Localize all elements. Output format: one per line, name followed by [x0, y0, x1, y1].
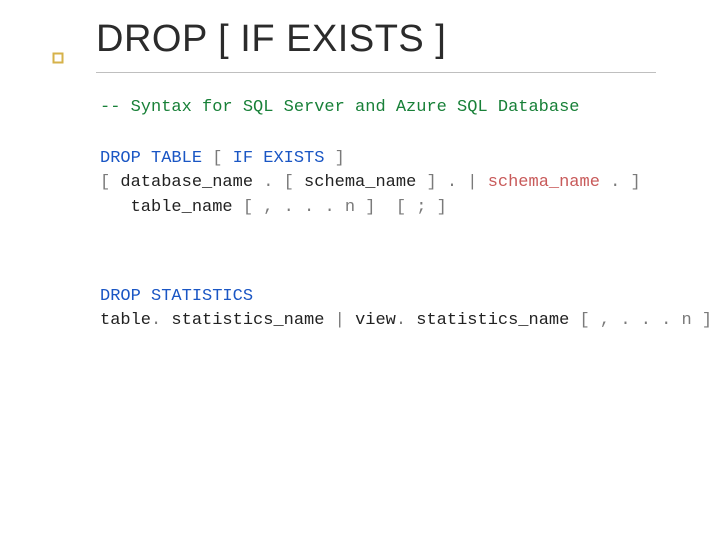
drop-table-line-2: [ database_name . [ schema_name ] . | sc… — [100, 171, 660, 196]
drop-stats-line-1: DROP STATISTICS — [100, 285, 660, 310]
drop-table-line-3: table_name [ , . . . n ] [ ; ] — [100, 196, 660, 221]
slide-body: -- Syntax for SQL Server and Azure SQL D… — [100, 96, 660, 334]
slide: DROP [ IF EXISTS ] -- Syntax for SQL Ser… — [0, 0, 720, 540]
comment-line: -- Syntax for SQL Server and Azure SQL D… — [100, 96, 660, 121]
drop-stats-line-2: table. statistics_name | view. statistic… — [100, 309, 660, 334]
title-underline — [96, 72, 656, 73]
page-title: DROP [ IF EXISTS ] — [96, 18, 446, 61]
bullet-icon — [52, 52, 64, 64]
drop-table-line-1: DROP TABLE [ IF EXISTS ] — [100, 147, 660, 172]
